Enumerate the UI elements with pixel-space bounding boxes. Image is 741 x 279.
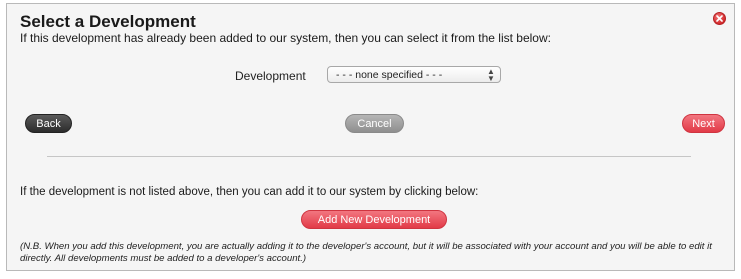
section-divider [47,156,691,157]
dialog-title: Select a Development [20,12,196,31]
close-x-glyph [716,15,723,22]
dialog-intro-text: If this development has already been add… [20,31,551,45]
close-icon[interactable] [713,12,726,25]
note-text: (N.B. When you add this development, you… [20,241,712,264]
cancel-button[interactable]: Cancel [345,114,404,133]
development-field-row: Development - - - none specified - - - ▲… [7,66,734,86]
development-select[interactable]: - - - none specified - - - ▲ ▼ [327,66,501,83]
next-button[interactable]: Next [682,114,725,133]
not-listed-text: If the development is not listed above, … [20,186,479,198]
development-select-value: - - - none specified - - - [336,68,443,81]
back-button[interactable]: Back [25,114,72,133]
select-arrows-icon: ▲ ▼ [487,66,495,83]
add-new-development-button[interactable]: Add New Development [301,210,447,229]
select-development-dialog: Select a Development If this development… [6,3,735,271]
development-label: Development [235,69,306,83]
